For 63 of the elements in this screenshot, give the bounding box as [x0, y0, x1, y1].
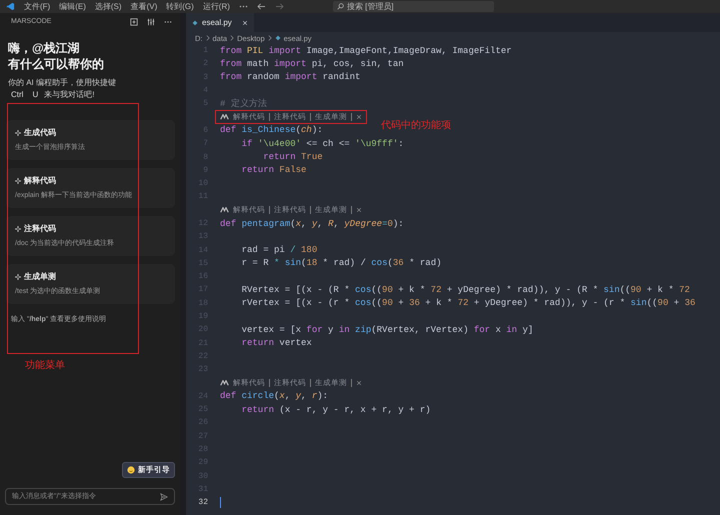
menu-item[interactable]: 查看(V) — [130, 1, 158, 12]
intro-text: 来与我对话吧! — [44, 89, 94, 100]
card-title: 生成代码 — [24, 127, 56, 138]
code-line: return True — [262, 152, 323, 162]
code-line: vertex = [x for y in zip(RVertex, rVertex) for x in y] — [240, 324, 534, 335]
new-chat-icon[interactable] — [130, 18, 138, 26]
code-line: from random import randint — [220, 72, 360, 82]
annotation-label: 代码中的功能项 — [381, 118, 451, 132]
greeting-heading: 嗨，@栈江湖 — [8, 40, 81, 56]
smiley-icon — [127, 466, 135, 474]
file-tab[interactable]: eseal.py — [186, 13, 254, 32]
chevron-icon — [206, 35, 210, 41]
code-line: rVertex = [(x - (r * cos((90 + 36 + k * 72 + yDegree) * rad)), y - (r * sin((90 + 36 — [240, 298, 696, 308]
code-line: rad = pi / 180 — [240, 245, 318, 256]
close-icon[interactable] — [356, 207, 362, 214]
code-line: from math import pi, cos, sin, tan — [220, 58, 404, 69]
app-logo-icon — [6, 2, 15, 11]
settings-icon[interactable] — [147, 18, 155, 26]
python-file-icon — [192, 20, 198, 26]
sparkle-icon — [15, 178, 21, 184]
search-field[interactable]: 搜索 [管理员] — [332, 1, 494, 12]
code-line: RVertex = [(x - (R * cos((90 + k * 72 + yDegree) * rad)), y - (R * sin((90 + k * 72 — [240, 284, 690, 295]
code-line: return (x - r, y - r, x + r, y + r) — [240, 404, 431, 415]
line-number: 32 — [197, 498, 209, 508]
code-line: from PIL import Image,ImageFont,ImageDraw, ImageFilter — [220, 46, 512, 56]
menu-item[interactable]: 选择(S) — [94, 1, 122, 12]
menu-item[interactable]: 编辑(E) — [59, 1, 86, 12]
code-line: def circle(x, y, r): — [220, 391, 328, 402]
back-arrow-icon[interactable] — [256, 3, 266, 10]
code-line: def pentagram(x, y, R, yDegree=0): — [220, 218, 404, 228]
code-line: def is_Chinese(ch): — [220, 125, 323, 136]
more-icon[interactable] — [238, 3, 248, 10]
marscode-logo-icon — [220, 380, 229, 386]
code-line: return vertex — [240, 338, 312, 348]
intro-text: 你的 AI 编程助手，使用快捷键 — [8, 77, 118, 88]
shortcut-key: Ctrl — [8, 90, 26, 99]
close-icon[interactable] — [356, 380, 362, 386]
chevron-icon — [230, 35, 234, 41]
sparkle-icon — [15, 226, 21, 232]
card-title: 生成单测 — [24, 271, 56, 282]
text-cursor — [220, 497, 221, 508]
code-line: # 定义方法 — [220, 98, 267, 110]
code-line: if '\u4e00' <= ch <= '\u9fff': — [240, 138, 404, 149]
marscode-logo-icon — [220, 207, 229, 214]
menu-item[interactable]: 文件(F) — [24, 1, 50, 12]
search-icon — [336, 3, 344, 10]
card-title: 解释代码 — [24, 175, 56, 186]
menu-item[interactable]: 转到(G) — [166, 1, 194, 12]
code-line: r = R * sin(18 * rad) / cos(36 * rad) — [240, 258, 442, 268]
sparkle-icon — [15, 130, 21, 136]
forward-arrow-icon[interactable] — [274, 3, 284, 10]
shortcut-key: U — [29, 90, 42, 99]
sparkle-icon — [15, 274, 21, 280]
close-icon[interactable] — [356, 114, 362, 120]
python-file-icon — [274, 35, 281, 41]
code-line: return False — [240, 165, 306, 176]
card-title: 注释代码 — [24, 223, 56, 234]
send-icon[interactable] — [160, 492, 168, 500]
chevron-icon — [268, 35, 272, 41]
menu-item[interactable]: 运行(R) — [202, 1, 230, 12]
marscode-logo-icon — [220, 114, 229, 120]
greeting-heading: 有什么可以帮你的 — [8, 56, 105, 72]
annotation-label: 功能菜单 — [25, 358, 66, 372]
